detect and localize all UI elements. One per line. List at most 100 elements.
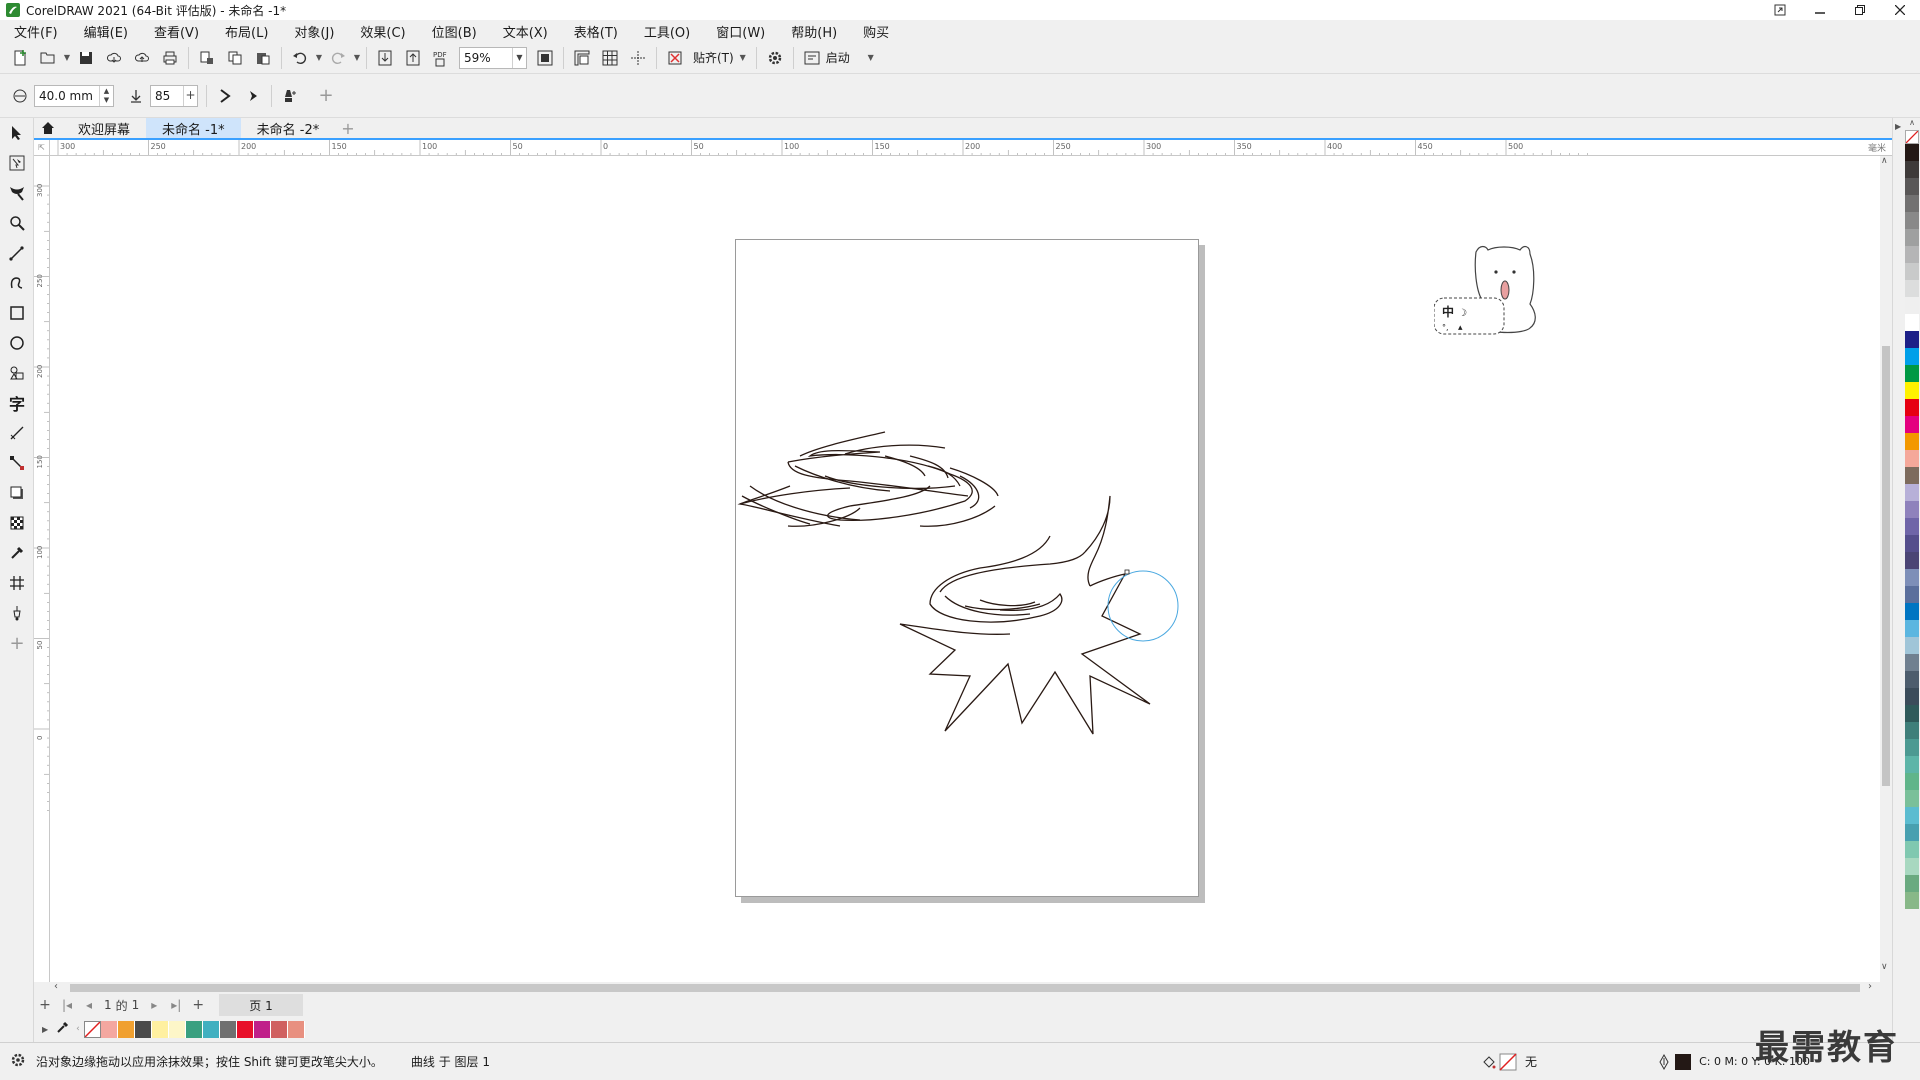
color-swatch[interactable] <box>1905 841 1919 858</box>
home-icon[interactable] <box>34 118 62 138</box>
color-swatch[interactable] <box>1905 552 1919 569</box>
smear-pull-icon[interactable] <box>211 83 239 109</box>
color-swatch[interactable] <box>1905 756 1919 773</box>
color-swatch[interactable] <box>1905 348 1919 365</box>
color-swatch[interactable] <box>1905 654 1919 671</box>
color-swatch[interactable] <box>1905 484 1919 501</box>
color-swatch[interactable] <box>1905 280 1919 297</box>
cloud-upload-icon[interactable] <box>128 45 156 71</box>
no-color-swatch[interactable] <box>83 1020 101 1038</box>
vertical-ruler[interactable]: 300 250 200 150 100 50 0 <box>34 156 50 982</box>
color-swatch[interactable] <box>270 1020 288 1038</box>
show-rulers-icon[interactable] <box>568 45 596 71</box>
color-swatch[interactable] <box>1905 586 1919 603</box>
color-swatch[interactable] <box>1905 722 1919 739</box>
pen-pressure-icon[interactable] <box>276 83 304 109</box>
fill-indicator[interactable]: 无 <box>1481 1052 1537 1071</box>
ellipse-tool-icon[interactable] <box>0 328 34 358</box>
tab-welcome-screen[interactable]: 欢迎屏幕 <box>62 118 146 138</box>
color-swatch[interactable] <box>1905 688 1919 705</box>
scroll-up-icon[interactable]: ∧ <box>1881 156 1888 166</box>
scroll-right-icon[interactable]: › <box>1868 981 1872 992</box>
color-swatch[interactable] <box>202 1020 220 1038</box>
pressure-field[interactable]: 85 + <box>150 84 198 107</box>
polygon-tool-icon[interactable] <box>0 358 34 388</box>
menu-text[interactable]: 文本(X) <box>495 22 556 41</box>
color-swatch[interactable] <box>287 1020 305 1038</box>
snap-dropdown-icon[interactable]: ▼ <box>738 45 748 71</box>
menu-object[interactable]: 对象(J) <box>286 22 342 41</box>
cut-icon[interactable] <box>193 45 221 71</box>
color-swatch[interactable] <box>253 1020 271 1038</box>
scroll-left-icon[interactable]: ‹ <box>54 981 58 992</box>
pressure-plus-icon[interactable]: + <box>183 85 197 106</box>
color-swatch[interactable] <box>1905 246 1919 263</box>
ruler-origin[interactable]: ⇱ <box>34 140 50 156</box>
color-eyedropper-icon[interactable] <box>56 1020 70 1038</box>
color-swatch[interactable] <box>1905 161 1919 178</box>
node-handle[interactable] <box>1124 569 1130 575</box>
snap-to-button[interactable]: 贴齐(T) <box>693 49 734 66</box>
application-launcher-icon[interactable] <box>798 45 826 71</box>
color-swatch[interactable] <box>1905 467 1919 484</box>
menu-edit[interactable]: 编辑(E) <box>76 22 136 41</box>
cloud-download-icon[interactable] <box>100 45 128 71</box>
menu-file[interactable]: 文件(F) <box>6 22 66 41</box>
open-folder-icon[interactable] <box>34 45 62 71</box>
color-swatch[interactable] <box>1905 535 1919 552</box>
color-swatch[interactable] <box>1905 331 1919 348</box>
color-swatch[interactable] <box>1905 195 1919 212</box>
show-guidelines-icon[interactable] <box>624 45 652 71</box>
eyedropper-tool-icon[interactable] <box>0 538 34 568</box>
page-tab-1[interactable]: 页 1 <box>219 994 303 1016</box>
rectangle-tool-icon[interactable] <box>0 298 34 328</box>
redo-dropdown-icon[interactable]: ▼ <box>352 45 362 71</box>
color-swatch[interactable] <box>1905 824 1919 841</box>
color-swatch[interactable] <box>1905 433 1919 450</box>
connector-tool-icon[interactable] <box>0 448 34 478</box>
status-settings-gear-icon[interactable] <box>10 1052 26 1071</box>
scroll-down-icon[interactable]: ∨ <box>1881 962 1888 972</box>
snap-off-icon[interactable] <box>661 45 689 71</box>
menu-table[interactable]: 表格(T) <box>566 22 626 41</box>
transparency-tool-icon[interactable] <box>0 508 34 538</box>
color-swatch[interactable] <box>1905 875 1919 892</box>
menu-view[interactable]: 查看(V) <box>146 22 207 41</box>
text-tool-icon[interactable]: 字 <box>0 388 34 418</box>
color-swatch[interactable] <box>1905 178 1919 195</box>
vertical-scroll-thumb[interactable] <box>1882 346 1890 786</box>
add-page-before-icon[interactable]: + <box>34 994 56 1016</box>
new-document-icon[interactable] <box>6 45 34 71</box>
undo-icon[interactable] <box>286 45 314 71</box>
palette-scroll-left-icon[interactable]: ‹ <box>76 1024 80 1034</box>
menu-window[interactable]: 窗口(W) <box>708 22 773 41</box>
zoom-dropdown-icon[interactable]: ▼ <box>512 47 526 68</box>
color-swatch[interactable] <box>151 1020 169 1038</box>
full-screen-preview-icon[interactable] <box>531 45 559 71</box>
save-icon[interactable] <box>72 45 100 71</box>
tab-untitled-1[interactable]: 未命名 -1* <box>146 118 241 138</box>
horizontal-ruler[interactable]: 300 250 200 150 100 50 0 50 100 150 200 250 300 350 40… <box>50 140 1892 156</box>
first-page-icon[interactable]: |◂ <box>56 994 78 1016</box>
print-icon[interactable] <box>156 45 184 71</box>
color-swatch[interactable] <box>1905 450 1919 467</box>
color-swatch[interactable] <box>1905 399 1919 416</box>
color-swatch[interactable] <box>185 1020 203 1038</box>
shape-tool-icon[interactable] <box>0 148 34 178</box>
color-swatch[interactable] <box>1905 416 1919 433</box>
color-swatch[interactable] <box>117 1020 135 1038</box>
palette-expand-icon[interactable]: ▶ <box>42 1025 48 1034</box>
nib-size-field[interactable]: 40.0 mm ▲ ▼ <box>34 84 114 107</box>
color-swatch[interactable] <box>1905 144 1919 161</box>
interactive-fill-tool-icon[interactable] <box>0 568 34 598</box>
color-swatch[interactable] <box>1905 212 1919 229</box>
close-button[interactable] <box>1880 0 1920 20</box>
menu-tools[interactable]: 工具(O) <box>636 22 698 41</box>
redo-icon[interactable] <box>324 45 352 71</box>
docker-expand-icon[interactable]: ▶ <box>1895 122 1901 131</box>
menu-layout[interactable]: 布局(L) <box>217 22 276 41</box>
palette-scroll-up-icon[interactable]: ∧ <box>1904 118 1920 130</box>
drop-shadow-tool-icon[interactable] <box>0 478 34 508</box>
previous-page-icon[interactable]: ◂ <box>78 994 100 1016</box>
launch-button[interactable]: 启动 <box>826 49 850 66</box>
